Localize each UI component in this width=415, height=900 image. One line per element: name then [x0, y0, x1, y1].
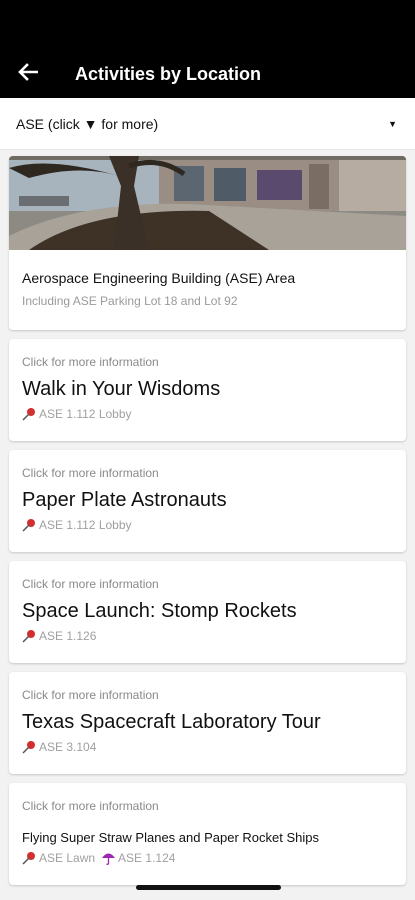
location-dropdown[interactable]: ASE (click ▼ for more) ▼: [0, 98, 415, 150]
activity-card[interactable]: Click for more information Flying Super …: [9, 783, 406, 885]
back-button[interactable]: [0, 50, 56, 98]
page-title: Activities by Location: [75, 63, 262, 84]
activity-list[interactable]: Aerospace Engineering Building (ASE) Are…: [0, 156, 415, 894]
activity-location-text: ASE 1.112 Lobby: [39, 407, 132, 421]
activity-card[interactable]: Click for more information Texas Spacecr…: [9, 672, 406, 774]
building-photo: [9, 156, 406, 250]
activity-location: ASE 1.112 Lobby: [22, 518, 393, 532]
home-indicator[interactable]: [136, 885, 281, 890]
location-title: Aerospace Engineering Building (ASE) Are…: [22, 270, 296, 286]
pushpin-icon: [22, 518, 37, 532]
location-dropdown-value: ASE (click ▼ for more): [16, 115, 159, 132]
activity-location-text: ASE Lawn: [39, 851, 96, 865]
activity-title: Flying Super Straw Planes and Paper Rock…: [22, 830, 319, 845]
pushpin-icon: [22, 851, 37, 865]
pushpin-icon: [22, 629, 37, 643]
more-info-hint: Click for more information: [22, 799, 159, 813]
activity-title: Space Launch: Stomp Rockets: [22, 600, 297, 622]
pushpin-icon: [22, 740, 37, 754]
activity-title: Paper Plate Astronauts: [22, 489, 227, 511]
app-bar: Activities by Location: [0, 50, 415, 98]
activity-location: ASE 3.104: [22, 740, 393, 754]
caret-down-icon: ▼: [388, 118, 397, 129]
activity-location: ASE Lawn ASE 1.124: [22, 851, 393, 865]
more-info-hint: Click for more information: [22, 355, 159, 369]
activity-card[interactable]: Click for more information Space Launch:…: [9, 561, 406, 663]
more-info-hint: Click for more information: [22, 577, 159, 591]
status-bar: [0, 0, 415, 50]
activity-title: Walk in Your Wisdoms: [22, 378, 221, 400]
location-subtitle: Including ASE Parking Lot 18 and Lot 92: [22, 294, 238, 308]
activity-location-text: ASE 3.104: [39, 740, 97, 754]
activity-rain-location-text: ASE 1.124: [118, 851, 176, 865]
activity-location-text: ASE 1.126: [39, 629, 97, 643]
activity-title: Texas Spacecraft Laboratory Tour: [22, 711, 321, 733]
activity-location-text: ASE 1.112 Lobby: [39, 518, 132, 532]
activity-card[interactable]: Click for more information Paper Plate A…: [9, 450, 406, 552]
activity-location: ASE 1.126: [22, 629, 393, 643]
pushpin-icon: [22, 407, 37, 421]
activity-card[interactable]: Click for more information Walk in Your …: [9, 339, 406, 441]
more-info-hint: Click for more information: [22, 688, 159, 702]
location-header-card: Aerospace Engineering Building (ASE) Are…: [9, 156, 406, 330]
arrow-back-icon: [18, 62, 39, 86]
more-info-hint: Click for more information: [22, 466, 159, 480]
umbrella-icon: [101, 851, 116, 865]
activity-location: ASE 1.112 Lobby: [22, 407, 393, 421]
